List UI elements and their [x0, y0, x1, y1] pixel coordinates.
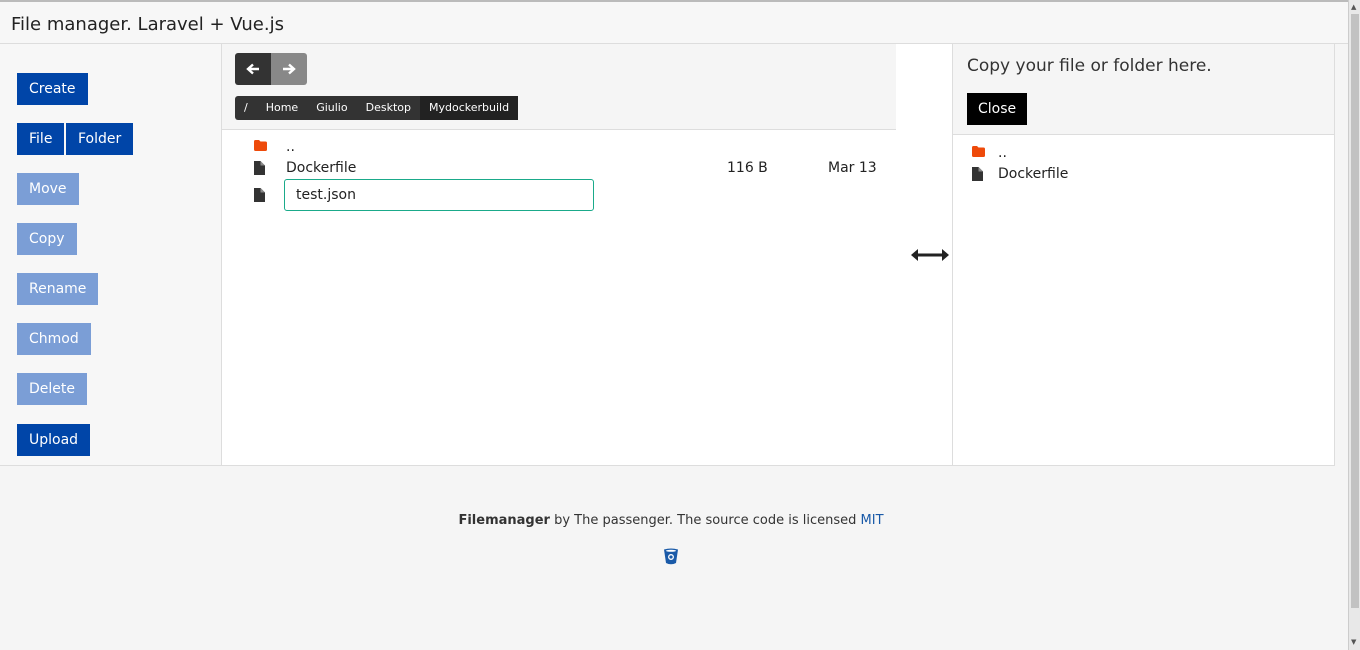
- header: File manager. Laravel + Vue.js: [0, 0, 1348, 44]
- copy-panel-title: Copy your file or folder here.: [967, 56, 1212, 76]
- footer-credit: by The passenger. The source code is lic…: [554, 513, 857, 528]
- list-item[interactable]: ..: [222, 137, 896, 159]
- file-size: 116 B: [727, 160, 768, 176]
- new-folder-button[interactable]: Folder: [66, 123, 134, 155]
- chmod-button[interactable]: Chmod: [17, 323, 91, 355]
- forward-button[interactable]: [271, 53, 307, 85]
- move-button[interactable]: Move: [17, 173, 79, 205]
- new-file-button[interactable]: File: [17, 123, 65, 155]
- breadcrumb-item-desktop[interactable]: Desktop: [357, 96, 420, 120]
- copy-panel: Copy your file or folder here. Close .. …: [953, 44, 1335, 466]
- rename-button[interactable]: Rename: [17, 273, 99, 305]
- list-item[interactable]: Dockerfile 116 B Mar 13: [222, 158, 896, 180]
- breadcrumb-item-home[interactable]: Home: [257, 96, 307, 120]
- breadcrumb-item-giulio[interactable]: Giulio: [307, 96, 356, 120]
- footer-brand: Filemanager: [458, 513, 550, 528]
- close-button[interactable]: Close: [967, 93, 1028, 125]
- file-name: ..: [286, 139, 295, 155]
- back-button[interactable]: [235, 53, 271, 85]
- browser-toolbar: / Home Giulio Desktop Mydockerbuild: [222, 44, 896, 130]
- file-icon: [254, 188, 265, 202]
- scrollbar-thumb[interactable]: [1351, 14, 1359, 608]
- bitbucket-icon[interactable]: [663, 548, 679, 565]
- upload-button[interactable]: Upload: [17, 424, 91, 456]
- footer-text: Filemanager by The passenger. The source…: [0, 513, 1342, 528]
- transfer-column: [896, 44, 953, 466]
- sidebar: Create File Folder Move Copy Rename Chmo…: [0, 44, 222, 466]
- vertical-scrollbar[interactable]: ▲ ▼: [1348, 0, 1360, 650]
- file-name: ..: [998, 145, 1007, 161]
- file-date: Mar 13: [828, 160, 877, 176]
- list-item[interactable]: Dockerfile: [953, 164, 1334, 186]
- filename-input[interactable]: [284, 179, 594, 211]
- create-button[interactable]: Create: [17, 73, 88, 105]
- file-name: Dockerfile: [286, 160, 357, 176]
- delete-button[interactable]: Delete: [17, 373, 87, 405]
- file-name: Dockerfile: [998, 166, 1069, 182]
- license-link[interactable]: MIT: [861, 513, 884, 528]
- breadcrumb: / Home Giulio Desktop Mydockerbuild: [235, 96, 519, 120]
- arrow-right-icon: [283, 63, 296, 75]
- copy-panel-header: Copy your file or folder here. Close: [953, 44, 1334, 135]
- copy-button[interactable]: Copy: [17, 223, 77, 255]
- swap-horizontal-icon: [911, 249, 949, 261]
- file-icon: [254, 161, 265, 175]
- file-icon: [972, 167, 983, 181]
- folder-icon: [972, 146, 985, 157]
- breadcrumb-item-mydockerbuild[interactable]: Mydockerbuild: [419, 96, 519, 120]
- scroll-up-icon[interactable]: ▲: [1351, 3, 1356, 11]
- list-item[interactable]: ..: [953, 143, 1334, 165]
- footer: Filemanager by The passenger. The source…: [0, 466, 1348, 650]
- file-browser: / Home Giulio Desktop Mydockerbuild .. D…: [222, 44, 896, 466]
- page-title: File manager. Laravel + Vue.js: [11, 14, 284, 35]
- folder-icon: [254, 140, 267, 151]
- scroll-down-icon[interactable]: ▼: [1351, 638, 1356, 646]
- arrow-left-icon: [246, 63, 259, 75]
- breadcrumb-item-root[interactable]: /: [235, 96, 257, 120]
